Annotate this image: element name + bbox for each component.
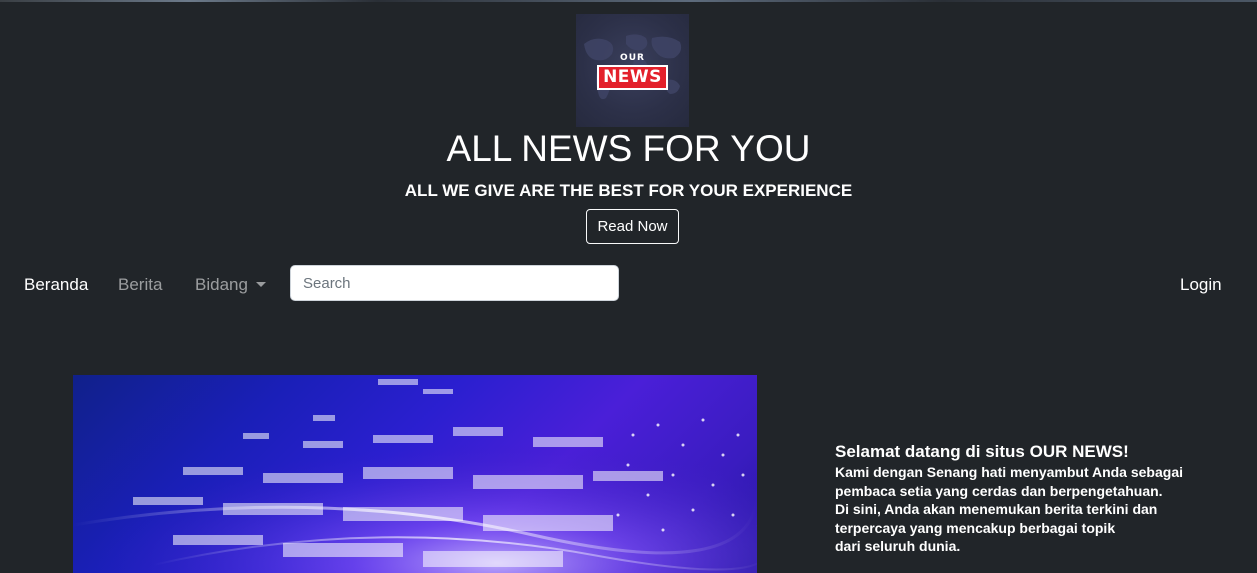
top-banner-strip — [0, 0, 1257, 2]
page: OUR NEWS ALL NEWS FOR YOU ALL WE GIVE AR… — [0, 0, 1257, 573]
read-now-button[interactable]: Read Now — [586, 209, 679, 244]
logo-main-text: NEWS — [597, 65, 668, 90]
welcome-text-line: terpercaya yang mencakup berbagai topik — [835, 519, 1116, 536]
nav-dropdown-bidang[interactable]: Bidang — [195, 275, 266, 295]
digital-data-waves-image — [73, 375, 757, 573]
main-navbar: Beranda Berita Bidang Login — [0, 262, 1257, 306]
logo-top-text: OUR — [620, 53, 645, 63]
welcome-text-line: pembaca setia yang cerdas dan berpengeta… — [835, 482, 1163, 499]
nav-link-beranda[interactable]: Beranda — [24, 275, 88, 295]
login-link[interactable]: Login — [1180, 275, 1222, 295]
nav-dropdown-bidang-label: Bidang — [195, 275, 248, 294]
welcome-text-line: Kami dengan Senang hati menyambut Anda s… — [835, 464, 1183, 480]
search-input[interactable] — [290, 265, 619, 301]
nav-link-berita[interactable]: Berita — [118, 275, 162, 295]
our-news-logo[interactable]: OUR NEWS — [576, 14, 689, 127]
welcome-text-line: Di sini, Anda akan menemukan berita terk… — [835, 501, 1158, 517]
welcome-section: Selamat datang di situs OUR NEWS! Kami d… — [835, 441, 1235, 556]
welcome-title: Selamat datang di situs OUR NEWS! — [835, 442, 1129, 461]
caret-down-icon — [255, 282, 266, 287]
page-title: ALL NEWS FOR YOU — [446, 128, 811, 169]
page-subtitle: ALL WE GIVE ARE THE BEST FOR YOUR EXPERI… — [404, 181, 853, 200]
hero-image — [73, 375, 757, 573]
welcome-text-line: dari seluruh dunia. — [835, 538, 961, 554]
